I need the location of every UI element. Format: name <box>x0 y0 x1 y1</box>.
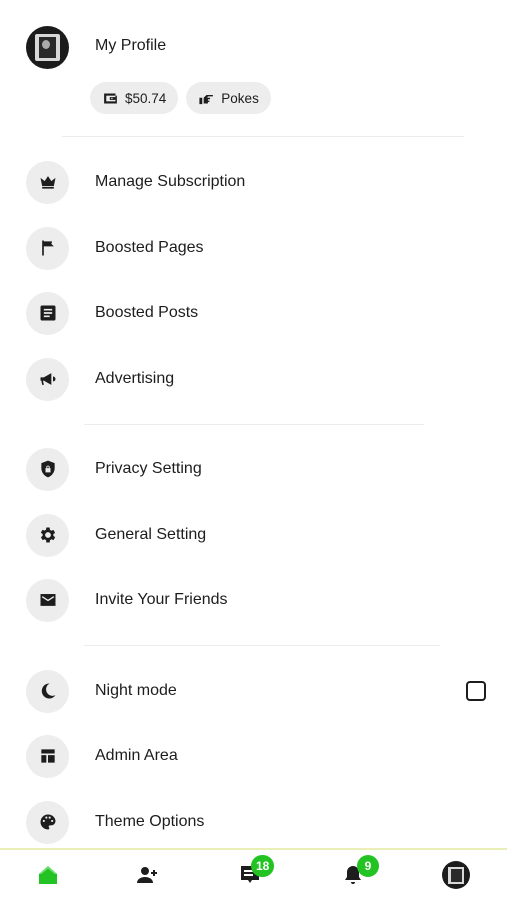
flag-icon <box>41 240 54 256</box>
moon-icon <box>41 683 55 699</box>
article-icon-wrap <box>26 291 69 335</box>
menu-general-setting[interactable]: General Setting <box>26 513 486 557</box>
profile-avatar-small <box>442 861 470 889</box>
menu-label: Boosted Posts <box>95 304 199 321</box>
article-icon <box>40 305 55 321</box>
tab-home[interactable] <box>18 850 78 900</box>
gear-icon <box>40 527 55 543</box>
night-mode-checkbox[interactable] <box>466 681 486 701</box>
flag-icon-wrap <box>26 226 69 270</box>
poke-hand-icon <box>199 94 214 104</box>
menu-label: Admin Area <box>95 747 178 764</box>
tab-profile[interactable] <box>426 850 486 900</box>
notifications-badge: 9 <box>357 855 379 877</box>
menu-label: Invite Your Friends <box>95 591 228 608</box>
shield-lock-icon <box>40 460 55 478</box>
divider <box>84 424 424 425</box>
profile-header: My Profile $50.74 Pokes <box>26 24 486 120</box>
menu-label: Theme Options <box>95 813 205 830</box>
add-user-icon <box>137 867 157 883</box>
mail-icon <box>40 594 55 606</box>
bottom-navigation: 18 9 <box>0 848 507 900</box>
menu-admin-area[interactable]: Admin Area <box>26 734 486 778</box>
wallet-icon <box>104 93 117 103</box>
crown-icon-wrap <box>26 160 69 204</box>
moon-icon-wrap <box>26 669 69 713</box>
menu-invite-friends[interactable]: Invite Your Friends <box>26 578 486 622</box>
messages-badge: 18 <box>251 855 275 877</box>
menu-theme-options[interactable]: Theme Options <box>26 800 486 844</box>
home-icon <box>39 866 57 884</box>
divider <box>62 136 464 137</box>
menu-label: Night mode <box>95 682 177 699</box>
megaphone-icon-wrap <box>26 357 69 401</box>
wallet-balance: $50.74 <box>125 90 167 106</box>
menu-manage-subscription[interactable]: Manage Subscription <box>26 160 486 204</box>
dashboard-icon-wrap <box>26 734 69 778</box>
menu-night-mode[interactable]: Night mode <box>26 669 486 713</box>
menu-advertising[interactable]: Advertising <box>26 357 486 401</box>
tab-friend-requests[interactable] <box>117 850 177 900</box>
menu-boosted-pages[interactable]: Boosted Pages <box>26 226 486 270</box>
pokes-chip[interactable]: Pokes <box>186 82 271 114</box>
menu-label: Advertising <box>95 370 175 387</box>
gear-icon-wrap <box>26 513 69 557</box>
menu-label: Privacy Setting <box>95 460 202 477</box>
dashboard-layout-icon <box>40 749 55 763</box>
profile-chips: $50.74 Pokes <box>90 82 271 114</box>
profile-avatar[interactable] <box>26 26 69 69</box>
wallet-chip[interactable]: $50.74 <box>90 82 179 114</box>
menu-privacy-setting[interactable]: Privacy Setting <box>26 447 486 491</box>
profile-name[interactable]: My Profile <box>95 37 166 55</box>
crown-icon <box>40 176 55 189</box>
menu-boosted-posts[interactable]: Boosted Posts <box>26 291 486 335</box>
pokes-label: Pokes <box>221 90 259 106</box>
divider <box>84 645 440 646</box>
palette-icon <box>40 814 55 830</box>
shield-icon-wrap <box>26 447 69 491</box>
menu-label: Boosted Pages <box>95 239 204 256</box>
mail-icon-wrap <box>26 578 69 622</box>
megaphone-icon <box>40 373 55 385</box>
palette-icon-wrap <box>26 800 69 844</box>
menu-label: General Setting <box>95 526 207 543</box>
menu-label: Manage Subscription <box>95 173 246 190</box>
